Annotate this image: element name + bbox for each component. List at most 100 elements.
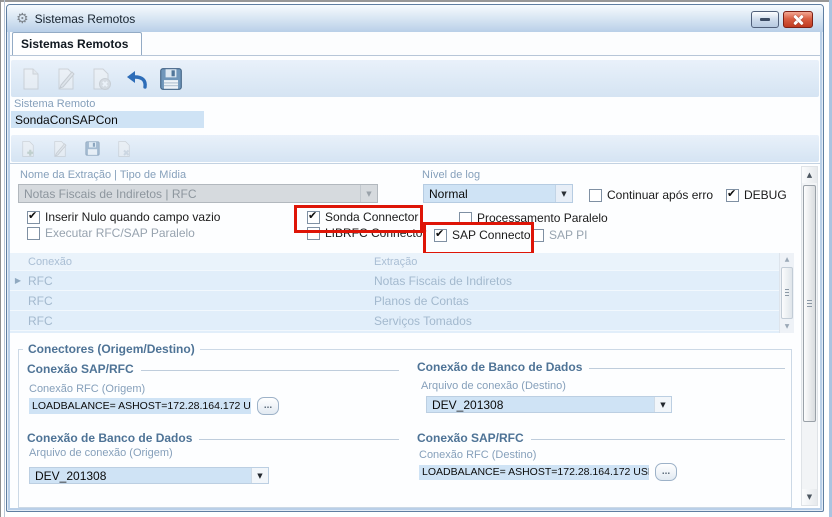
- table-row[interactable]: RFC Planos de Contas: [10, 291, 794, 311]
- undo-arrow-icon: [126, 70, 147, 89]
- checkbox-box: [27, 226, 40, 240]
- delete-record-button[interactable]: [114, 139, 134, 159]
- window-title: Sistemas Remotos: [34, 11, 136, 26]
- dest-db-section-header: Conexão de Banco de Dados: [417, 360, 785, 374]
- origin-sap-section-header: Conexão SAP/RFC: [27, 362, 399, 376]
- connectors-group-title: Conectores (Origem/Destino): [23, 342, 200, 356]
- chevron-down-icon: ▼: [360, 185, 377, 202]
- dest-db-file-label: Arquivo de conexão (Destino): [421, 380, 566, 392]
- dest-rfc-browse-button[interactable]: ...: [655, 463, 677, 481]
- table-row[interactable]: ▶ RFC Notas Fiscais de Indiretos: [10, 271, 794, 291]
- add-record-button[interactable]: [18, 139, 38, 159]
- save-record-icon: [84, 141, 100, 156]
- checkbox-box: [589, 188, 602, 202]
- tab-bar: Sistemas Remotos: [10, 32, 820, 56]
- row-pointer-icon: ▶: [14, 276, 22, 285]
- origin-db-file-combobox[interactable]: DEV_201308 ▼: [29, 467, 269, 484]
- checkbox-executar-rfc-paralelo[interactable]: Executar RFC/SAP Paralelo: [27, 226, 195, 240]
- checkbox-box: [307, 226, 320, 240]
- sistema-remoto-label: Sistema Remoto: [14, 98, 96, 110]
- main-scrollbar-thumb[interactable]: [803, 185, 816, 422]
- table-scrollbar-thumb[interactable]: [781, 267, 793, 319]
- extraction-name-label: Nome da Extração | Tipo de Mídia: [20, 169, 187, 181]
- minimize-button[interactable]: [751, 11, 779, 28]
- checkbox-processamento-paralelo[interactable]: Processamento Paralelo: [459, 211, 608, 225]
- checkbox-box: [459, 211, 472, 225]
- table-row[interactable]: RFC Serviços Tomados: [10, 311, 794, 331]
- close-button[interactable]: [783, 11, 813, 28]
- app-gear-icon: ⚙: [16, 10, 29, 27]
- minimize-icon: [760, 18, 770, 21]
- detail-panel: Nome da Extração | Tipo de Mídia Notas F…: [10, 163, 820, 508]
- dest-db-file-combobox[interactable]: DEV_201308 ▼: [426, 396, 672, 413]
- dest-rfc-connection-field[interactable]: LOADBALANCE= ASHOST=172.28.164.172 USE: [419, 464, 649, 480]
- new-document-button[interactable]: [17, 65, 44, 92]
- origin-db-section-header: Conexão de Banco de Dados: [27, 431, 399, 445]
- delete-document-button[interactable]: [87, 65, 114, 92]
- check-icon: ✔: [727, 186, 737, 200]
- extractions-table: Conexão Extração ▶ RFC Notas Fiscais de …: [10, 253, 794, 333]
- origin-rfc-browse-button[interactable]: ...: [257, 397, 279, 415]
- column-header-extracao: Extração: [374, 255, 418, 268]
- outer-edge-top: [0, 0, 832, 2]
- column-header-conexao: Conexão: [28, 255, 73, 268]
- checkbox-sonda-connector[interactable]: ✔ Sonda Connector: [307, 209, 418, 224]
- log-level-combobox[interactable]: Normal ▼: [423, 184, 573, 203]
- main-scrollbar[interactable]: ▲ ▼: [801, 166, 818, 506]
- table-header: Conexão Extração: [10, 253, 794, 271]
- scroll-up-icon[interactable]: ▲: [802, 167, 817, 183]
- dest-rfc-row: LOADBALANCE= ASHOST=172.28.164.172 USE .…: [419, 463, 677, 481]
- table-scrollbar[interactable]: ▲ ▼: [779, 253, 794, 333]
- screen: ⚙ Sistemas Remotos Sistemas Remotos Sist…: [0, 0, 832, 517]
- checkbox-sap-pi[interactable]: SAP PI: [531, 228, 587, 242]
- undo-button[interactable]: [122, 65, 149, 92]
- checkbox-inserir-nulo[interactable]: ✔ Inserir Nulo quando campo vazio: [27, 208, 220, 224]
- tab-sistemas-remotos[interactable]: Sistemas Remotos: [12, 32, 142, 55]
- connectors-group: Conectores (Origem/Destino) Conexão SAP/…: [18, 342, 792, 508]
- checkbox-debug[interactable]: ✔ DEBUG: [726, 186, 787, 202]
- edit-record-button[interactable]: [50, 139, 70, 159]
- origin-rfc-connection-field[interactable]: LOADBALANCE= ASHOST=172.28.164.172 USE: [29, 398, 251, 414]
- checkbox-box: ✔: [27, 208, 40, 224]
- outer-edge-left: [0, 0, 1, 517]
- checkbox-sap-connector[interactable]: ✔ SAP Connector: [434, 226, 535, 242]
- delete-record-icon: [118, 140, 130, 157]
- close-icon: [793, 15, 803, 25]
- save-record-button[interactable]: [82, 139, 102, 159]
- checkbox-box: ✔: [307, 209, 320, 224]
- outer-edge-left-inner: [4, 0, 5, 517]
- edit-document-icon: [58, 68, 75, 89]
- extraction-name-combobox[interactable]: Notas Fiscais de Indiretos | RFC ▼: [18, 184, 378, 203]
- edit-record-icon: [54, 140, 67, 157]
- record-toolbar: [11, 135, 819, 162]
- scroll-up-icon[interactable]: ▲: [780, 253, 794, 266]
- new-document-icon: [23, 68, 38, 89]
- save-button[interactable]: [157, 65, 184, 92]
- dest-sap-section-header: Conexão SAP/RFC: [417, 431, 785, 445]
- app-window: ⚙ Sistemas Remotos Sistemas Remotos Sist…: [6, 4, 824, 512]
- window-body: Sistemas Remotos Sistema Remoto SondaCon…: [10, 32, 820, 508]
- main-toolbar: [11, 60, 819, 97]
- titlebar[interactable]: ⚙ Sistemas Remotos: [7, 5, 823, 32]
- log-level-label: Nível de log: [422, 169, 481, 181]
- sistema-remoto-input[interactable]: SondaConSAPCon: [11, 111, 204, 128]
- dest-rfc-label: Conexão RFC (Destino): [419, 449, 537, 461]
- delete-document-icon: [93, 68, 111, 90]
- scroll-down-icon[interactable]: ▼: [802, 489, 817, 505]
- origin-db-file-label: Arquivo de conexão (Origem): [29, 447, 173, 459]
- checkbox-box: ✔: [434, 226, 447, 242]
- edit-document-button[interactable]: [52, 65, 79, 92]
- checkbox-box: ✔: [726, 186, 739, 202]
- window-controls: [751, 11, 813, 28]
- check-icon: ✔: [28, 208, 38, 222]
- add-record-icon: [22, 140, 34, 157]
- save-disk-icon: [159, 67, 182, 90]
- chevron-down-icon: ▼: [555, 185, 572, 202]
- check-icon: ✔: [435, 226, 445, 240]
- origin-rfc-label: Conexão RFC (Origem): [29, 383, 146, 395]
- checkbox-librfc-connector[interactable]: LIBRFC Connector: [307, 226, 426, 240]
- scroll-down-icon[interactable]: ▼: [780, 320, 794, 333]
- chevron-down-icon: ▼: [251, 468, 268, 483]
- chevron-down-icon: ▼: [654, 397, 671, 412]
- checkbox-continuar-apos-erro[interactable]: Continuar após erro: [589, 188, 713, 202]
